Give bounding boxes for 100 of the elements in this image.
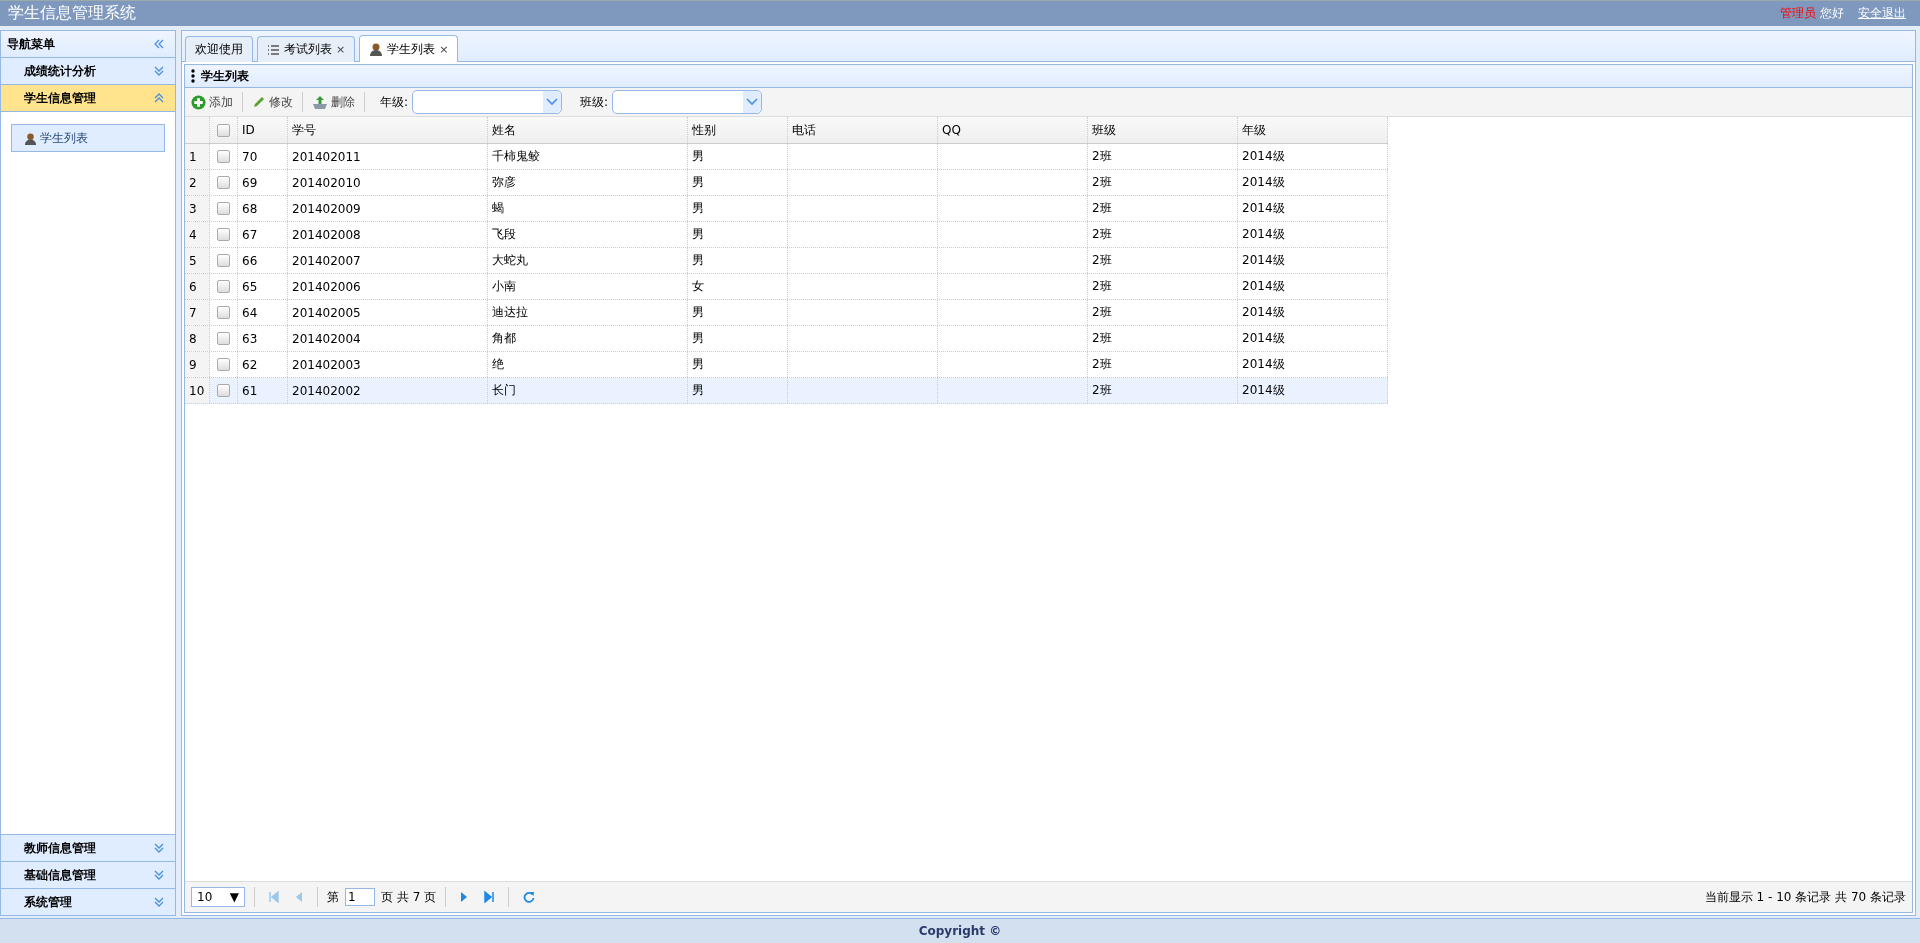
column-header[interactable]: QQ xyxy=(938,117,1088,143)
filter-combobox[interactable] xyxy=(412,90,563,114)
checkbox[interactable] xyxy=(217,254,230,267)
table-row[interactable]: 7 64 201402005 迪达拉 男 2班 2014级 xyxy=(185,300,1388,326)
table-cell: 女 xyxy=(692,278,704,295)
column-header[interactable]: 姓名 xyxy=(488,117,688,143)
table-cell: 2班 xyxy=(1092,148,1112,165)
checkbox[interactable] xyxy=(217,280,230,293)
page-size-select[interactable]: 10 ▼ xyxy=(191,887,245,907)
table-row[interactable]: 6 65 201402006 小南 女 2班 2014级 xyxy=(185,274,1388,300)
last-page-icon[interactable] xyxy=(484,891,495,903)
person-icon xyxy=(369,42,384,56)
more-icon xyxy=(191,69,195,83)
table-cell: 男 xyxy=(692,252,704,269)
column-header[interactable]: 电话 xyxy=(788,117,938,143)
column-header[interactable]: ID xyxy=(238,117,288,143)
table-cell: 66 xyxy=(242,253,258,268)
table-cell: 2014级 xyxy=(1242,226,1285,243)
table-cell: 63 xyxy=(242,331,258,346)
list-icon xyxy=(267,43,280,56)
tab[interactable]: 考试列表 × xyxy=(257,36,356,62)
toolbar-button[interactable]: 删除 xyxy=(310,93,357,111)
row-number: 2 xyxy=(185,170,210,195)
accordion-header[interactable]: 教师信息管理 xyxy=(1,835,175,862)
table-cell: 2014级 xyxy=(1242,148,1285,165)
table-cell: 201402007 xyxy=(292,253,361,268)
column-header[interactable]: 年级 xyxy=(1238,117,1388,143)
table-cell: 男 xyxy=(692,174,704,191)
row-number: 5 xyxy=(185,248,210,273)
table-cell: 2014级 xyxy=(1242,330,1285,347)
table-cell: 迪达拉 xyxy=(492,304,528,321)
row-number: 9 xyxy=(185,352,210,377)
checkbox[interactable] xyxy=(217,176,230,189)
table-cell: 大蛇丸 xyxy=(492,252,528,269)
tab[interactable]: 学生列表 × xyxy=(359,35,459,62)
table-row[interactable]: 1 70 201402011 千柿鬼鲛 男 2班 2014级 xyxy=(185,144,1388,170)
table-row[interactable]: 8 63 201402004 角都 男 2班 2014级 xyxy=(185,326,1388,352)
next-page-icon[interactable] xyxy=(460,891,469,903)
close-icon[interactable]: × xyxy=(336,43,346,56)
checkbox[interactable] xyxy=(217,384,230,397)
row-number: 3 xyxy=(185,196,210,221)
toolbar-button[interactable]: 修改 xyxy=(250,93,295,111)
accordion-header[interactable]: 学生信息管理 xyxy=(1,85,175,112)
table-cell: 70 xyxy=(242,149,258,164)
table-cell: 201402008 xyxy=(292,227,361,242)
accordion-header[interactable]: 成绩统计分析 xyxy=(1,58,175,85)
checkbox[interactable] xyxy=(217,123,230,137)
app-title: 学生信息管理系统 xyxy=(8,3,136,24)
collapse-icon[interactable] xyxy=(153,38,165,50)
toolbar-button[interactable]: 添加 xyxy=(189,93,235,111)
table-cell: 蝎 xyxy=(492,200,504,217)
checkbox[interactable] xyxy=(217,358,230,371)
pencil-icon xyxy=(252,95,266,109)
chevron-icon xyxy=(153,896,165,908)
accordion-header[interactable]: 系统管理 xyxy=(1,889,175,915)
first-page-icon[interactable] xyxy=(269,891,279,903)
table-cell: 2014级 xyxy=(1242,252,1285,269)
sidebar-item[interactable]: 学生列表 xyxy=(11,124,165,152)
table-row[interactable]: 2 69 201402010 弥彦 男 2班 2014级 xyxy=(185,170,1388,196)
table-cell: 男 xyxy=(692,200,704,217)
column-header[interactable]: 性别 xyxy=(688,117,788,143)
accordion-header[interactable]: 基础信息管理 xyxy=(1,862,175,889)
tab[interactable]: 欢迎使用 xyxy=(185,36,253,62)
filter-combobox[interactable] xyxy=(612,90,763,114)
table-cell: 2014级 xyxy=(1242,382,1285,399)
table-row[interactable]: 4 67 201402008 飞段 男 2班 2014级 xyxy=(185,222,1388,248)
page-count: 页 共 7 页 xyxy=(381,888,437,906)
table-row[interactable]: 3 68 201402009 蝎 男 2班 2014级 xyxy=(185,196,1388,222)
table-row[interactable]: 5 66 201402007 大蛇丸 男 2班 2014级 xyxy=(185,248,1388,274)
table-cell: 69 xyxy=(242,175,258,190)
refresh-icon[interactable] xyxy=(523,891,536,903)
table-row[interactable]: 10 61 201402002 长门 男 2班 2014级 xyxy=(185,378,1388,404)
table-cell: 2014级 xyxy=(1242,200,1285,217)
column-header[interactable]: 学号 xyxy=(288,117,488,143)
table-cell: 2班 xyxy=(1092,330,1112,347)
checkbox[interactable] xyxy=(217,306,230,319)
table-cell: 2班 xyxy=(1092,278,1112,295)
page-number-field[interactable]: 1 xyxy=(345,888,375,906)
add-icon xyxy=(191,94,206,110)
table-cell: 67 xyxy=(242,227,258,242)
checkbox[interactable] xyxy=(217,228,230,241)
record-summary: 当前显示 1 - 10 条记录 共 70 条记录 xyxy=(1704,888,1906,906)
table-cell: 2班 xyxy=(1092,356,1112,373)
row-number: 4 xyxy=(185,222,210,247)
user-role: 管理员 xyxy=(1780,5,1816,22)
table-cell: 201402006 xyxy=(292,279,361,294)
checkbox[interactable] xyxy=(217,150,230,163)
previous-page-icon[interactable] xyxy=(295,891,303,903)
checkbox[interactable] xyxy=(217,202,230,215)
table-cell: 2班 xyxy=(1092,200,1112,217)
table-cell: 长门 xyxy=(492,382,516,399)
row-number: 8 xyxy=(185,326,210,351)
table-cell: 男 xyxy=(692,356,704,373)
row-number: 7 xyxy=(185,300,210,325)
close-icon[interactable]: × xyxy=(439,42,449,56)
sidebar-title: 导航菜单 xyxy=(7,35,55,53)
table-cell: 201402003 xyxy=(292,357,361,372)
row-number: 10 xyxy=(185,378,210,403)
checkbox[interactable] xyxy=(217,332,230,345)
column-header[interactable]: 班级 xyxy=(1088,117,1238,143)
